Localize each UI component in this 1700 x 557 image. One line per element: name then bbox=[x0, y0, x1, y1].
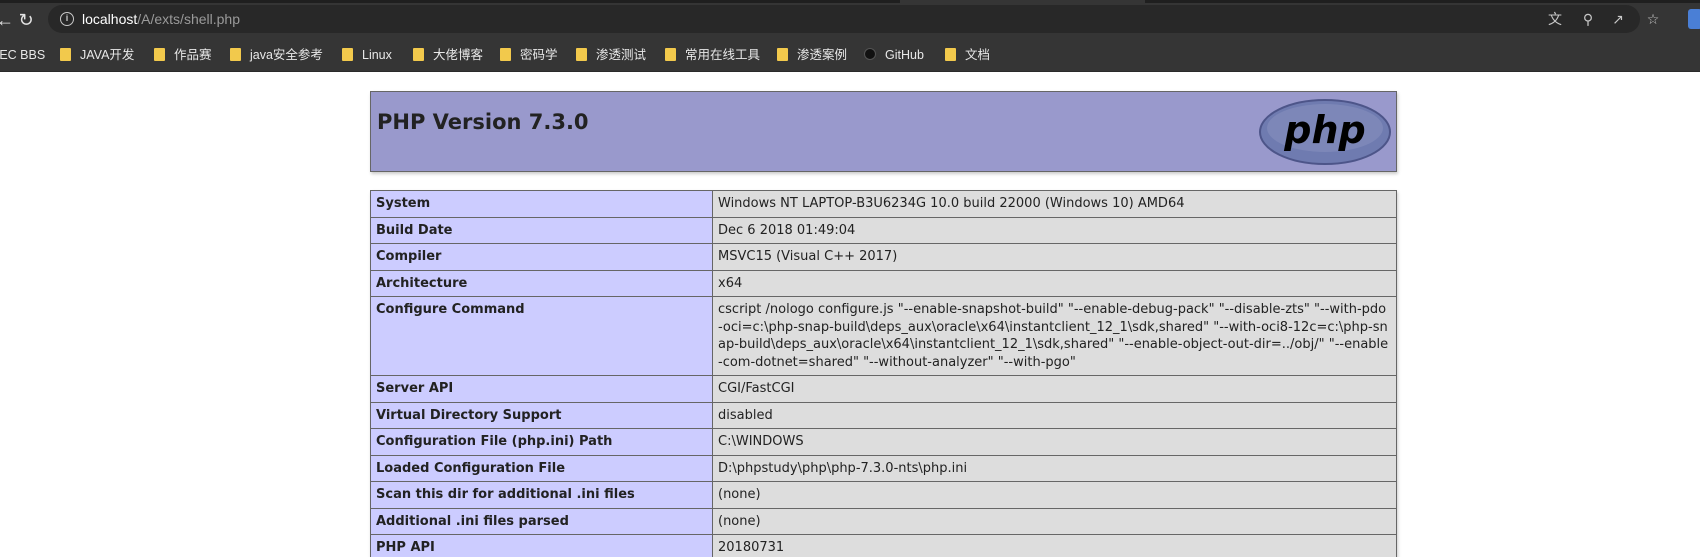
row-key: Configure Command bbox=[370, 296, 713, 376]
bookmark-label: 作品赛 bbox=[174, 48, 212, 62]
row-value: Windows NT LAPTOP-B3U6234G 10.0 build 22… bbox=[712, 190, 1397, 218]
tab-strip-edge bbox=[1145, 0, 1700, 3]
table-row: System Windows NT LAPTOP-B3U6234G 10.0 bu… bbox=[370, 190, 1397, 218]
bookmark-github[interactable]: GitHub bbox=[864, 46, 924, 64]
reload-icon[interactable]: ↻ bbox=[15, 9, 37, 31]
url-path: /A/exts/shell.php bbox=[137, 11, 240, 27]
table-row: Server API CGI/FastCGI bbox=[370, 375, 1397, 403]
row-value: Dec 6 2018 01:49:04 bbox=[712, 216, 1397, 244]
page-title: PHP Version 7.3.0 bbox=[377, 110, 589, 134]
url-text[interactable]: localhost/A/exts/shell.php bbox=[82, 11, 240, 27]
bookmark-label: 渗透测试 bbox=[596, 48, 647, 62]
row-key: Server API bbox=[370, 375, 713, 403]
folder-icon bbox=[500, 48, 511, 61]
folder-icon bbox=[154, 48, 165, 61]
folder-icon bbox=[576, 48, 587, 61]
bookmarks-bar: SEC BBS JAVA开发 作品赛 java安全参考 Linux 大佬博客 密… bbox=[0, 38, 1700, 72]
row-key: Virtual Directory Support bbox=[370, 401, 713, 429]
row-value: x64 bbox=[712, 269, 1397, 297]
row-key: Scan this dir for additional .ini files bbox=[370, 481, 713, 509]
folder-icon bbox=[777, 48, 788, 61]
bookmark-folder-works[interactable]: 作品赛 bbox=[154, 46, 212, 64]
bookmark-label: Linux bbox=[362, 48, 392, 62]
folder-icon bbox=[665, 48, 676, 61]
bookmark-folder-docs[interactable]: 文档 bbox=[945, 46, 990, 64]
table-row: Architecture x64 bbox=[370, 269, 1397, 297]
row-key: PHP API bbox=[370, 534, 713, 557]
bookmark-label: 密码学 bbox=[520, 48, 558, 62]
address-bar[interactable]: i localhost/A/exts/shell.php 文 ⚲ ↗ bbox=[48, 5, 1640, 33]
bookmark-folder-blogs[interactable]: 大佬博客 bbox=[413, 46, 483, 64]
site-info-icon[interactable]: i bbox=[60, 12, 74, 26]
page-content: PHP Version 7.3.0 php System Windows NT L… bbox=[0, 72, 1700, 557]
bookmark-folder-crypto[interactable]: 密码学 bbox=[500, 46, 558, 64]
row-value: CGI/FastCGI bbox=[712, 375, 1397, 403]
php-logo-text: php bbox=[1283, 108, 1365, 152]
row-value: C:\WINDOWS bbox=[712, 428, 1397, 456]
table-row: Scan this dir for additional .ini files(… bbox=[370, 481, 1397, 509]
row-value: cscript /nologo configure.js "--enable-s… bbox=[712, 296, 1397, 376]
row-value: disabled bbox=[712, 401, 1397, 429]
github-icon bbox=[864, 48, 876, 60]
table-row: Loaded Configuration File D:\phpstudy\php… bbox=[370, 454, 1397, 482]
table-row: Additional .ini files parsed (none) bbox=[370, 507, 1397, 535]
share-icon[interactable]: ↗ bbox=[1609, 10, 1627, 28]
bookmark-folder-java[interactable]: JAVA开发 bbox=[60, 46, 134, 64]
browser-toolbar: ← ↻ i localhost/A/exts/shell.php 文 ⚲ ↗ ☆ bbox=[0, 0, 1700, 38]
row-value: (none) bbox=[712, 481, 1397, 509]
zoom-icon[interactable]: ⚲ bbox=[1579, 10, 1597, 28]
url-host: localhost bbox=[82, 11, 138, 27]
row-key: Architecture bbox=[370, 269, 713, 297]
row-key: Additional .ini files parsed bbox=[370, 507, 713, 535]
phpinfo-table: System Windows NT LAPTOP-B3U6234G 10.0 bu… bbox=[370, 190, 1397, 557]
row-value: (none) bbox=[712, 507, 1397, 535]
row-key: Configuration File (php.ini) Path bbox=[370, 428, 713, 456]
bookmark-label: SEC BBS bbox=[0, 48, 46, 62]
tab-strip-edge bbox=[0, 0, 900, 3]
bookmark-label: 常用在线工具 bbox=[685, 48, 761, 62]
bookmark-label: java安全参考 bbox=[250, 48, 323, 62]
bookmark-label: 大佬博客 bbox=[433, 48, 484, 62]
bookmark-sec-bbs[interactable]: SEC BBS bbox=[0, 46, 45, 64]
bookmark-label: 文档 bbox=[965, 48, 991, 62]
table-row: Build Date Dec 6 2018 01:49:04 bbox=[370, 216, 1397, 244]
bookmark-label: JAVA开发 bbox=[80, 48, 135, 62]
php-logo: php bbox=[1259, 99, 1391, 165]
bookmark-folder-linux[interactable]: Linux bbox=[342, 46, 392, 64]
bookmark-folder-cases[interactable]: 渗透案例 bbox=[777, 46, 847, 64]
folder-icon bbox=[342, 48, 353, 61]
folder-icon bbox=[945, 48, 956, 61]
bookmark-folder-pentest[interactable]: 渗透测试 bbox=[576, 46, 646, 64]
row-key: Build Date bbox=[370, 216, 713, 244]
bookmark-label: GitHub bbox=[885, 48, 924, 62]
folder-icon bbox=[230, 48, 241, 61]
bookmark-star-icon[interactable]: ☆ bbox=[1644, 10, 1662, 28]
table-row: Configure Command cscript /nologo configu… bbox=[370, 296, 1397, 376]
bookmark-label: 渗透案例 bbox=[797, 48, 848, 62]
back-arrow-icon[interactable]: ← bbox=[0, 9, 16, 31]
bookmark-folder-java-security[interactable]: java安全参考 bbox=[230, 46, 323, 64]
table-row: PHP API 20180731 bbox=[370, 534, 1397, 557]
extension-icon[interactable] bbox=[1688, 9, 1700, 29]
bookmark-folder-tools[interactable]: 常用在线工具 bbox=[665, 46, 760, 64]
table-row: Compiler MSVC15 (Visual C++ 2017) bbox=[370, 243, 1397, 271]
folder-icon bbox=[60, 48, 71, 61]
row-value: D:\phpstudy\php\php-7.3.0-nts\php.ini bbox=[712, 454, 1397, 482]
phpinfo-header: PHP Version 7.3.0 php bbox=[370, 91, 1397, 172]
row-value: 20180731 bbox=[712, 534, 1397, 557]
row-key: Compiler bbox=[370, 243, 713, 271]
row-value: MSVC15 (Visual C++ 2017) bbox=[712, 243, 1397, 271]
table-row: Configuration File (php.ini) Path C:\WIND… bbox=[370, 428, 1397, 456]
table-row: Virtual Directory Support disabled bbox=[370, 401, 1397, 429]
folder-icon bbox=[413, 48, 424, 61]
row-key: System bbox=[370, 190, 713, 218]
row-key: Loaded Configuration File bbox=[370, 454, 713, 482]
translate-icon[interactable]: 文 bbox=[1546, 10, 1564, 28]
